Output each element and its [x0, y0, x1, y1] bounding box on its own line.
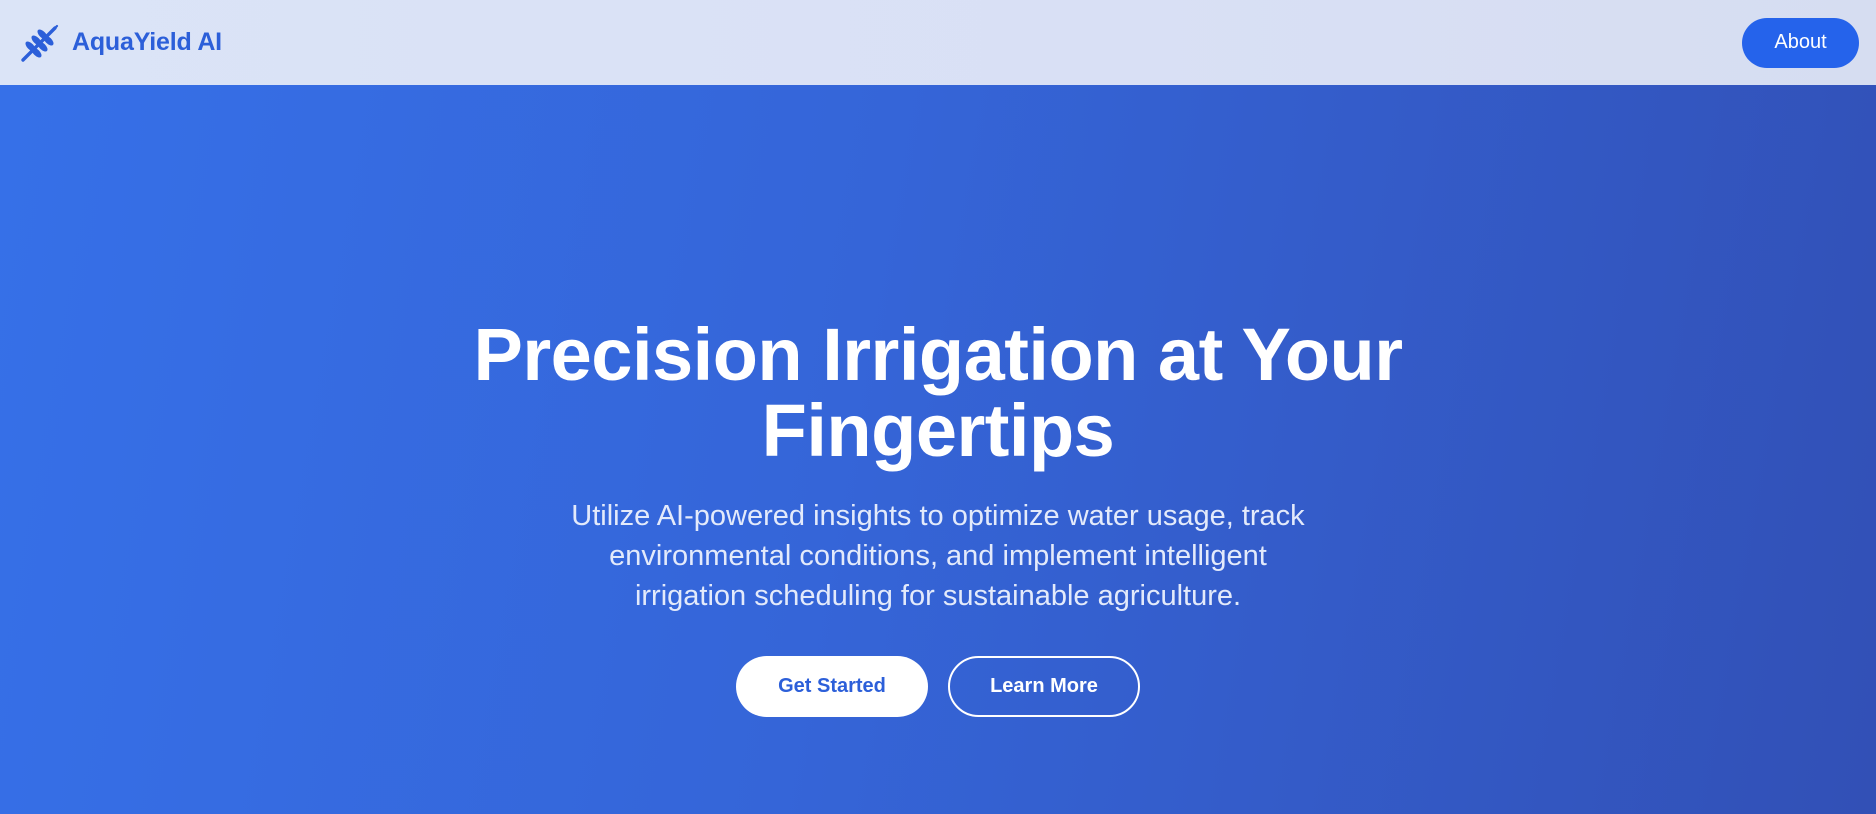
brand-name: AquaYield AI	[72, 28, 222, 56]
wheat-icon	[21, 24, 59, 62]
top-navbar: AquaYield AI About	[0, 0, 1876, 85]
hero-title-line: Fingertips	[761, 389, 1115, 472]
hero-subtitle-line: Utilize AI-powered insights to optimize …	[571, 500, 1305, 532]
hero-title: Precision Irrigation at Your Fingertips	[0, 317, 1876, 469]
about-button[interactable]: About	[1742, 17, 1859, 68]
hero-subtitle-line: irrigation scheduling for sustainable ag…	[634, 580, 1242, 612]
brand-link[interactable]: AquaYield AI	[19, 22, 222, 64]
hero-subtitle-line: environmental conditions, and implement …	[609, 540, 1267, 572]
learn-more-button[interactable]: Learn More	[948, 656, 1140, 717]
get-started-button[interactable]: Get Started	[736, 656, 928, 717]
hero-title-line: Precision Irrigation at Your	[473, 313, 1403, 396]
hero-subtitle: Utilize AI-powered insights to optimize …	[0, 496, 1876, 616]
hero-section: Precision Irrigation at Your Fingertips …	[0, 85, 1876, 814]
cta-button-group: Get Started Learn More	[0, 656, 1876, 717]
